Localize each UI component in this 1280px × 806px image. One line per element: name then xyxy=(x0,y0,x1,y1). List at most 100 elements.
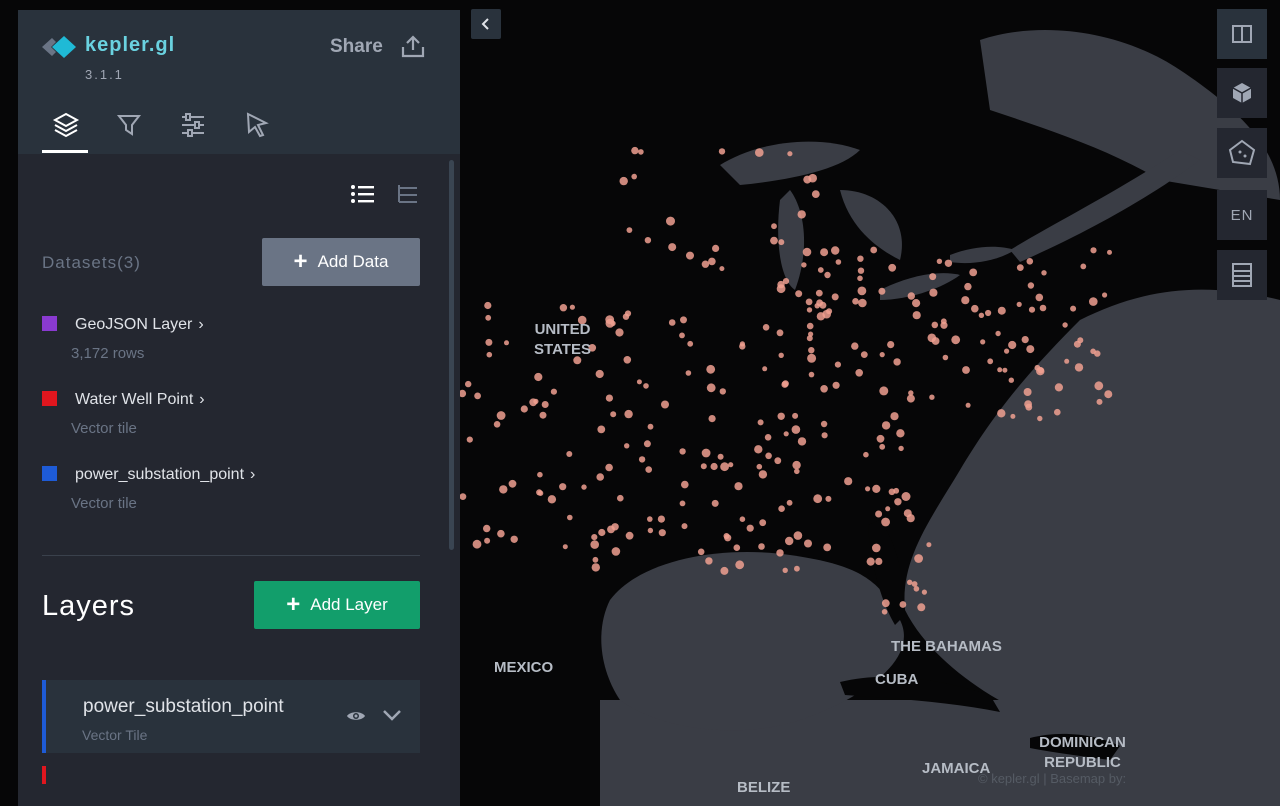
map-point[interactable] xyxy=(914,554,923,563)
map-point[interactable] xyxy=(852,298,859,305)
tab-filters[interactable] xyxy=(115,110,143,140)
map-point[interactable] xyxy=(786,499,793,506)
map-point[interactable] xyxy=(876,434,885,443)
map-point[interactable] xyxy=(720,462,729,472)
map-point[interactable] xyxy=(687,340,694,347)
map-point[interactable] xyxy=(1054,408,1061,416)
map-point[interactable] xyxy=(1021,336,1029,344)
map-point[interactable] xyxy=(858,298,867,308)
map-point[interactable] xyxy=(596,473,604,481)
map-point[interactable] xyxy=(680,316,687,324)
map-point[interactable] xyxy=(1054,383,1063,392)
map-point[interactable] xyxy=(815,289,823,297)
map-point[interactable] xyxy=(802,247,812,257)
map-point[interactable] xyxy=(1094,381,1104,391)
map-attribution[interactable]: © kepler.gl | Basemap by: xyxy=(978,771,1126,786)
map-point[interactable] xyxy=(878,287,886,295)
map-point[interactable] xyxy=(783,431,789,437)
map-point[interactable] xyxy=(536,489,543,496)
map-point[interactable] xyxy=(591,534,598,541)
map-point[interactable] xyxy=(617,494,624,502)
map-point[interactable] xyxy=(1039,304,1047,312)
map-point[interactable] xyxy=(631,146,639,155)
map-point[interactable] xyxy=(1023,388,1032,396)
map-point[interactable] xyxy=(823,543,832,552)
map-point[interactable] xyxy=(700,463,707,470)
map-point[interactable] xyxy=(739,343,746,350)
map-point[interactable] xyxy=(821,432,828,439)
map-point[interactable] xyxy=(647,527,654,534)
map-point[interactable] xyxy=(474,392,481,400)
map-point[interactable] xyxy=(942,354,949,361)
map-point[interactable] xyxy=(1041,270,1047,276)
map-point[interactable] xyxy=(879,443,886,450)
map-point[interactable] xyxy=(944,259,953,267)
map-point[interactable] xyxy=(483,524,491,533)
map-point[interactable] xyxy=(1089,297,1098,306)
map-point[interactable] xyxy=(758,470,768,479)
map-point[interactable] xyxy=(1010,413,1016,419)
map-point[interactable] xyxy=(504,340,509,346)
map-point[interactable] xyxy=(685,370,692,376)
map-point[interactable] xyxy=(1008,377,1014,383)
map-point[interactable] xyxy=(811,190,820,199)
map-point[interactable] xyxy=(595,369,604,379)
map-point[interactable] xyxy=(808,331,814,337)
map-point[interactable] xyxy=(708,257,716,266)
map-point[interactable] xyxy=(765,452,772,460)
map-point[interactable] xyxy=(824,271,831,279)
map-point[interactable] xyxy=(1016,264,1024,271)
map-point[interactable] xyxy=(808,371,815,378)
map-point[interactable] xyxy=(1080,263,1087,270)
share-button[interactable]: Share xyxy=(330,36,383,58)
map-point[interactable] xyxy=(728,462,734,468)
map-point[interactable] xyxy=(624,443,630,449)
map-point[interactable] xyxy=(679,332,685,339)
map-point[interactable] xyxy=(857,267,865,274)
map-point[interactable] xyxy=(912,299,921,308)
map-point[interactable] xyxy=(493,421,501,428)
map-point[interactable] xyxy=(1107,249,1112,255)
map-point[interactable] xyxy=(708,415,716,423)
map-point[interactable] xyxy=(969,268,978,277)
map-point[interactable] xyxy=(1090,247,1097,254)
map-point[interactable] xyxy=(929,288,938,297)
map-point[interactable] xyxy=(746,524,754,532)
map-point[interactable] xyxy=(985,309,992,317)
split-map-button[interactable] xyxy=(1217,9,1267,59)
map-point[interactable] xyxy=(762,366,768,372)
map-point[interactable] xyxy=(795,290,803,298)
map-point[interactable] xyxy=(541,401,549,408)
map-point[interactable] xyxy=(701,448,711,458)
map-point[interactable] xyxy=(598,528,606,537)
draw-polygon-button[interactable] xyxy=(1217,128,1267,178)
map-point[interactable] xyxy=(485,314,492,321)
map-point[interactable] xyxy=(805,298,813,306)
map-point[interactable] xyxy=(1070,305,1077,312)
map-point[interactable] xyxy=(776,329,784,337)
map-point[interactable] xyxy=(719,266,725,272)
map-point[interactable] xyxy=(643,440,651,448)
map-point[interactable] xyxy=(894,498,902,506)
map-point[interactable] xyxy=(734,482,743,491)
map-point[interactable] xyxy=(611,547,621,556)
map-point[interactable] xyxy=(872,484,881,493)
map-point[interactable] xyxy=(590,540,599,549)
map-point[interactable] xyxy=(1062,322,1068,328)
map-point[interactable] xyxy=(757,419,764,426)
map-point[interactable] xyxy=(807,353,817,363)
map-point[interactable] xyxy=(717,453,724,460)
map-point[interactable] xyxy=(1035,293,1044,302)
language-button[interactable]: EN xyxy=(1217,190,1267,240)
map-point[interactable] xyxy=(701,260,710,268)
map-point[interactable] xyxy=(860,351,868,358)
map-point[interactable] xyxy=(857,275,863,282)
map-point[interactable] xyxy=(756,463,763,470)
map-point[interactable] xyxy=(962,366,970,374)
map-point[interactable] xyxy=(739,516,746,522)
map-point[interactable] xyxy=(1028,306,1036,313)
map-point[interactable] xyxy=(875,557,883,566)
map-point[interactable] xyxy=(636,379,642,385)
map-point[interactable] xyxy=(643,383,649,389)
map-point[interactable] xyxy=(831,246,840,255)
